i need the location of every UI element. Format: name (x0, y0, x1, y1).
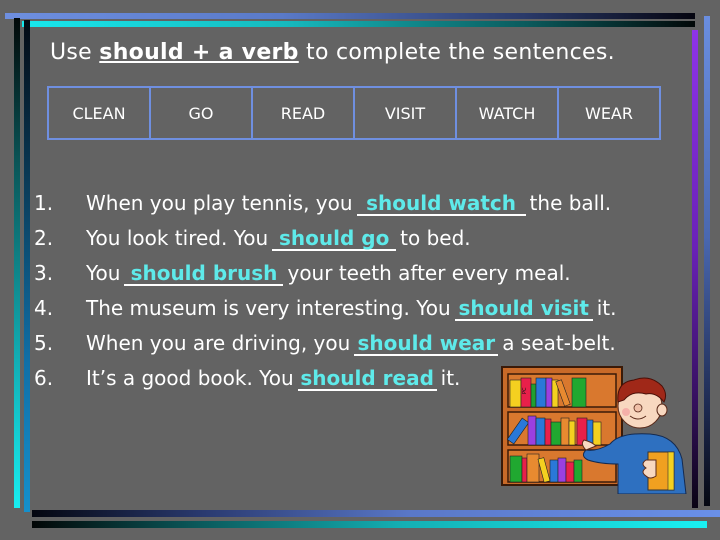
boy-ear (656, 403, 668, 417)
answer-blank[interactable]: should visit (454, 297, 593, 321)
book (509, 455, 523, 483)
book (509, 379, 522, 408)
book (565, 461, 575, 483)
sentence-before: When you play tennis, you (86, 191, 353, 215)
boy-holding-hand (642, 459, 657, 479)
sentence-number: 1. (34, 191, 54, 215)
sentence-item: 4. The museum is very interesting. You s… (34, 291, 616, 326)
sentence-before: When you are driving, you (86, 331, 351, 355)
verb-cell: WATCH (455, 86, 559, 140)
verb-cell: READ (251, 86, 355, 140)
book (560, 417, 570, 446)
book (592, 421, 602, 446)
book (527, 415, 537, 446)
book (545, 377, 553, 408)
book (521, 457, 528, 483)
held-book-spine (667, 451, 675, 491)
book (544, 418, 552, 446)
book (535, 417, 546, 446)
sentence-after: your teeth after every meal. (287, 261, 571, 285)
sentence-before: The museum is very interesting. You (86, 296, 451, 320)
answer-blank[interactable]: should read (297, 367, 437, 391)
title-prefix: Use (50, 40, 100, 65)
book (557, 457, 567, 483)
book-label-pc: PC (522, 387, 528, 394)
book (530, 383, 537, 408)
verb-bank-table: CLEAN GO READ VISIT WATCH WEAR (47, 86, 661, 140)
instruction-title: Use should + a verb to complete the sent… (50, 40, 690, 65)
book (568, 420, 576, 446)
verb-cell: GO (149, 86, 253, 140)
sentence-number: 5. (34, 331, 54, 355)
verb-cell: CLEAN (47, 86, 151, 140)
sentence-number: 3. (34, 261, 54, 285)
title-underlined: should + a verb (99, 40, 299, 65)
sentence-before: You look tired. You (86, 226, 269, 250)
sentence-before: It’s a good book. You (86, 366, 294, 390)
sentence-number: 6. (34, 366, 54, 390)
boy-bookshelf-illustration: PC (501, 366, 687, 494)
sentence-item: 3. You should brush your teeth after eve… (34, 256, 616, 291)
answer-blank[interactable]: should brush (124, 262, 284, 286)
answer-blank[interactable]: should go (272, 227, 397, 251)
sentence-item: 5. When you are driving, you should wear… (34, 326, 616, 361)
book (573, 459, 583, 483)
book (571, 377, 587, 408)
left-decorative-bar-blue (24, 20, 30, 512)
answer-blank[interactable]: should wear (354, 332, 499, 356)
book (550, 421, 562, 446)
boy-nose (633, 403, 643, 413)
verb-cell: VISIT (353, 86, 457, 140)
sentence-before: You (86, 261, 121, 285)
top-decorative-bar-blue (5, 13, 695, 19)
sentence-item: 1. When you play tennis, you should watc… (34, 186, 616, 221)
sentence-after: it. (440, 366, 461, 390)
left-decorative-bar-cyan (14, 18, 20, 508)
bottom-decorative-bar-cyan (32, 521, 707, 528)
right-decorative-bar-blue (704, 16, 710, 506)
top-decorative-bar-cyan (22, 21, 695, 27)
book (526, 453, 540, 483)
answer-blank[interactable]: should watch (356, 192, 526, 216)
book (549, 459, 559, 483)
sentence-after: to bed. (400, 226, 471, 250)
sentence-number: 2. (34, 226, 54, 250)
sentence-after: a seat-belt. (502, 331, 616, 355)
verb-cell: WEAR (557, 86, 661, 140)
book (535, 377, 547, 408)
sentence-item: 2. You look tired. You should go to bed. (34, 221, 616, 256)
sentence-after: it. (596, 296, 617, 320)
bottom-decorative-bar-blue (32, 510, 720, 517)
sentence-number: 4. (34, 296, 54, 320)
boy-cheek (622, 408, 630, 416)
title-suffix: to complete the sentences. (298, 40, 615, 65)
sentence-after: the ball. (529, 191, 612, 215)
